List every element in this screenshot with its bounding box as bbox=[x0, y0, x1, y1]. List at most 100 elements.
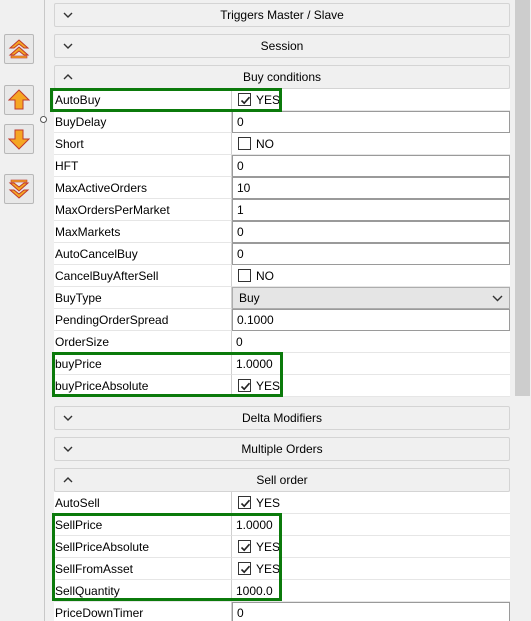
property-grid: Triggers Master / Slave Session Buy cond… bbox=[50, 0, 514, 621]
prop-row-short: Short NO bbox=[54, 133, 510, 155]
vertical-scrollbar[interactable] bbox=[514, 0, 531, 621]
prop-name: PriceDownTimer bbox=[54, 602, 232, 621]
prop-name: SellFromAsset bbox=[54, 558, 232, 580]
prop-name: CancelBuyAfterSell bbox=[54, 265, 232, 287]
prop-value: YES bbox=[232, 89, 510, 111]
short-checkbox[interactable] bbox=[238, 137, 251, 150]
sellpriceabsolute-checkbox[interactable] bbox=[238, 540, 251, 553]
checkmark-icon bbox=[240, 565, 251, 574]
prop-value: YES bbox=[232, 492, 510, 514]
prop-row-ordersize: OrderSize 0 bbox=[54, 331, 510, 353]
prop-value: 0 bbox=[232, 155, 510, 177]
move-to-top-button[interactable] bbox=[4, 34, 34, 64]
buyprice-value[interactable]: 1.0000 bbox=[236, 353, 273, 375]
prop-name: SellPriceAbsolute bbox=[54, 536, 232, 558]
prop-value: 0.1000 bbox=[232, 309, 510, 331]
checkbox-label: YES bbox=[256, 379, 281, 393]
pendingorderspread-input[interactable]: 0.1000 bbox=[232, 309, 510, 331]
buydelay-input[interactable]: 0 bbox=[232, 111, 510, 133]
prop-value: Buy bbox=[232, 287, 510, 309]
move-down-button[interactable] bbox=[4, 124, 34, 154]
prop-name: buyPriceAbsolute bbox=[54, 375, 232, 397]
section-multiple-orders[interactable]: Multiple Orders bbox=[54, 437, 510, 461]
double-down-arrow-icon bbox=[8, 179, 30, 199]
sellprice-value[interactable]: 1.0000 bbox=[236, 514, 273, 536]
prop-name: Short bbox=[54, 133, 232, 155]
cancelbuyaftersell-checkbox[interactable] bbox=[238, 269, 251, 282]
checkbox-label: NO bbox=[256, 137, 274, 151]
autobuy-checkbox[interactable] bbox=[238, 93, 251, 106]
sellquantity-value[interactable]: 1000.0 bbox=[236, 580, 273, 602]
pricedowntimer-input[interactable]: 0 bbox=[232, 602, 510, 621]
prop-row-hft: HFT 0 bbox=[54, 155, 510, 177]
maxmarkets-input[interactable]: 0 bbox=[232, 221, 510, 243]
prop-row-buytype: BuyType Buy bbox=[54, 287, 510, 309]
prop-row-autocancelbuy: AutoCancelBuy 0 bbox=[54, 243, 510, 265]
down-arrow-icon bbox=[8, 129, 30, 150]
chevron-down-icon bbox=[492, 295, 503, 302]
section-buy-conditions[interactable]: Buy conditions bbox=[54, 65, 510, 89]
prop-row-maxactiveorders: MaxActiveOrders 10 bbox=[54, 177, 510, 199]
prop-value: 0 bbox=[232, 111, 510, 133]
section-title: Triggers Master / Slave bbox=[220, 8, 344, 22]
autocancelbuy-input[interactable]: 0 bbox=[232, 243, 510, 265]
maxorderspermarket-input[interactable]: 1 bbox=[232, 199, 510, 221]
prop-row-buydelay: BuyDelay 0 bbox=[54, 111, 510, 133]
checkmark-icon bbox=[240, 543, 251, 552]
section-delta-modifiers[interactable]: Delta Modifiers bbox=[54, 406, 510, 430]
section-session[interactable]: Session bbox=[54, 34, 510, 58]
move-up-button[interactable] bbox=[4, 85, 34, 115]
checkbox-label: YES bbox=[256, 93, 281, 107]
prop-name: AutoCancelBuy bbox=[54, 243, 232, 265]
hft-input[interactable]: 0 bbox=[232, 155, 510, 177]
sellfromasset-checkbox[interactable] bbox=[238, 562, 251, 575]
prop-name: AutoSell bbox=[54, 492, 232, 514]
prop-value: 10 bbox=[232, 177, 510, 199]
prop-name: MaxActiveOrders bbox=[54, 177, 232, 199]
prop-name: buyPrice bbox=[54, 353, 232, 375]
prop-row-buyprice: buyPrice 1.0000 bbox=[54, 353, 510, 375]
prop-name: BuyDelay bbox=[54, 111, 232, 133]
prop-value: 1.0000 bbox=[232, 514, 510, 536]
prop-row-sellfromasset: SellFromAsset YES bbox=[54, 558, 510, 580]
prop-value: 0 bbox=[232, 243, 510, 265]
checkmark-icon bbox=[240, 96, 251, 105]
section-triggers[interactable]: Triggers Master / Slave bbox=[54, 3, 510, 27]
move-to-bottom-button[interactable] bbox=[4, 174, 34, 204]
buypriceabsolute-checkbox[interactable] bbox=[238, 379, 251, 392]
prop-name: BuyType bbox=[54, 287, 232, 309]
checkbox-label: YES bbox=[256, 562, 281, 576]
section-title: Buy conditions bbox=[242, 70, 322, 84]
buytype-select[interactable]: Buy bbox=[232, 287, 510, 309]
prop-value: 1000.0 bbox=[232, 580, 510, 602]
order-toolbar bbox=[0, 0, 40, 621]
checkmark-icon bbox=[240, 382, 251, 391]
prop-row-sellprice: SellPrice 1.0000 bbox=[54, 514, 510, 536]
splitter-handle[interactable] bbox=[40, 116, 47, 123]
checkbox-label: NO bbox=[256, 269, 274, 283]
prop-value: NO bbox=[232, 265, 510, 287]
prop-row-pricedowntimer: PriceDownTimer 0 bbox=[54, 602, 510, 621]
section-title: Multiple Orders bbox=[241, 442, 323, 456]
autosell-checkbox[interactable] bbox=[238, 496, 251, 509]
section-title: Session bbox=[260, 39, 304, 53]
prop-row-sellquantity: SellQuantity 1000.0 bbox=[54, 580, 510, 602]
prop-row-cancelbuyaftersell: CancelBuyAfterSell NO bbox=[54, 265, 510, 287]
prop-name: AutoBuy bbox=[54, 89, 232, 111]
prop-row-pendingorderspread: PendingOrderSpread 0.1000 bbox=[54, 309, 510, 331]
scrollbar-thumb[interactable] bbox=[515, 0, 530, 396]
toolbar-divider bbox=[44, 0, 45, 621]
ordersize-value[interactable]: 0 bbox=[236, 331, 243, 353]
prop-row-maxorderspermarket: MaxOrdersPerMarket 1 bbox=[54, 199, 510, 221]
prop-value: YES bbox=[232, 536, 510, 558]
prop-name: OrderSize bbox=[54, 331, 232, 353]
double-up-arrow-icon bbox=[8, 39, 30, 59]
prop-name: MaxOrdersPerMarket bbox=[54, 199, 232, 221]
prop-name: MaxMarkets bbox=[54, 221, 232, 243]
section-title: Delta Modifiers bbox=[241, 411, 323, 425]
prop-value: 1.0000 bbox=[232, 353, 510, 375]
maxactiveorders-input[interactable]: 10 bbox=[232, 177, 510, 199]
section-title: Sell order bbox=[256, 473, 308, 487]
checkbox-label: YES bbox=[256, 540, 281, 554]
section-sell-order[interactable]: Sell order bbox=[54, 468, 510, 492]
